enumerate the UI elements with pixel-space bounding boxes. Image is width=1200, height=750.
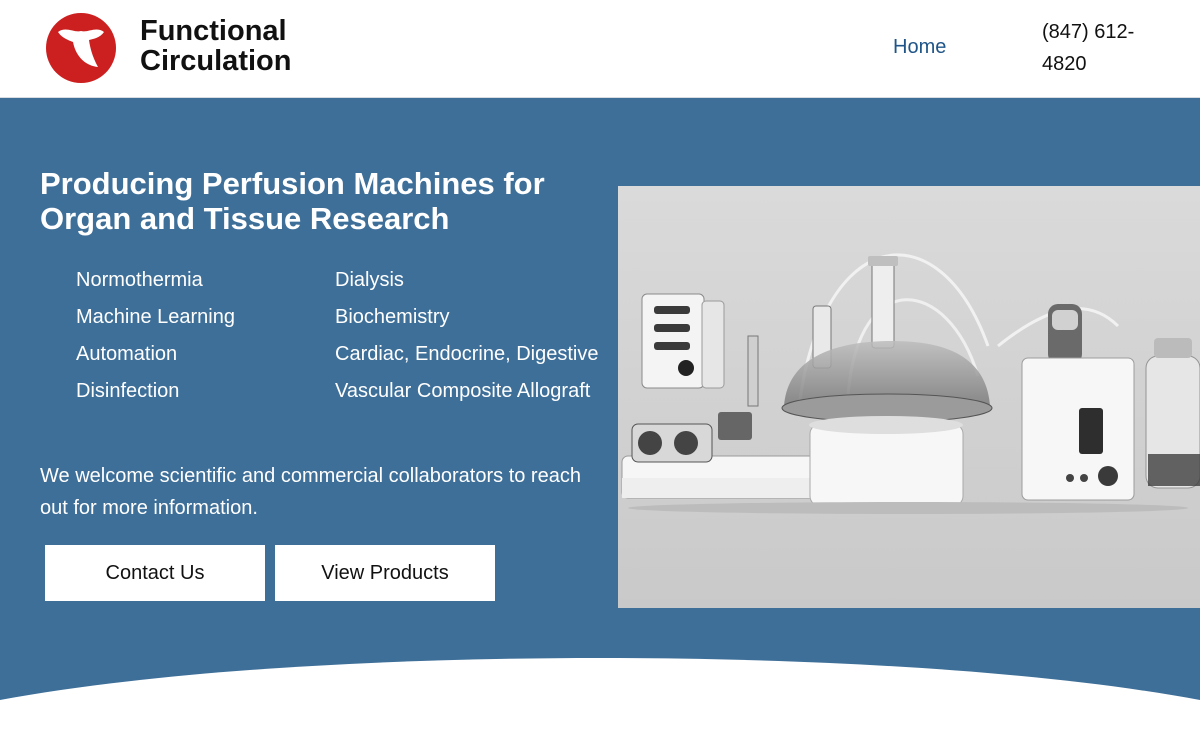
feature-item: Machine Learning [76, 306, 235, 328]
heart-logo-icon [46, 13, 116, 83]
feature-item: Automation [76, 343, 178, 365]
logo-link[interactable]: Functional Circulation [44, 10, 314, 86]
site-header: Functional Circulation Home (847) 612- 4… [0, 0, 1200, 98]
hero-title: Producing Perfusion Machines for Organ a… [40, 166, 545, 236]
welcome-text: We welcome scientific and commercial col… [40, 465, 581, 519]
phone-line-2: 4820 [1042, 53, 1087, 75]
feature-item: Normothermia [76, 269, 203, 291]
nav-home-link[interactable]: Home [893, 36, 946, 59]
brand-line-1: Functional [140, 15, 287, 47]
hero-bottom-curve [0, 658, 1200, 750]
feature-item: Dialysis [335, 269, 404, 291]
view-products-button[interactable]: View Products [275, 545, 495, 601]
feature-column-left: Normothermia Machine Learning Automation… [76, 264, 316, 412]
feature-item: Vascular Composite Allograft [335, 380, 591, 402]
brand-line-2: Circulation [140, 45, 292, 77]
contact-us-button[interactable]: Contact Us [45, 545, 265, 601]
page: Functional Circulation Home (847) 612- 4… [0, 0, 1200, 750]
perfusion-machine-image [618, 186, 1200, 608]
feature-item: Disinfection [76, 380, 180, 402]
feature-item: Cardiac, Endocrine, Digestive [335, 343, 599, 365]
brand-name: Functional Circulation [140, 16, 291, 76]
feature-column-right: Dialysis Biochemistry Cardiac, Endocrine… [335, 264, 605, 412]
phone-line-1: (847) 612- [1042, 21, 1135, 43]
feature-item: Biochemistry [335, 306, 450, 328]
product-photo [618, 186, 1200, 608]
feature-list: Normothermia Machine Learning Automation… [76, 264, 606, 454]
phone-number: (847) 612- 4820 [1042, 16, 1162, 80]
